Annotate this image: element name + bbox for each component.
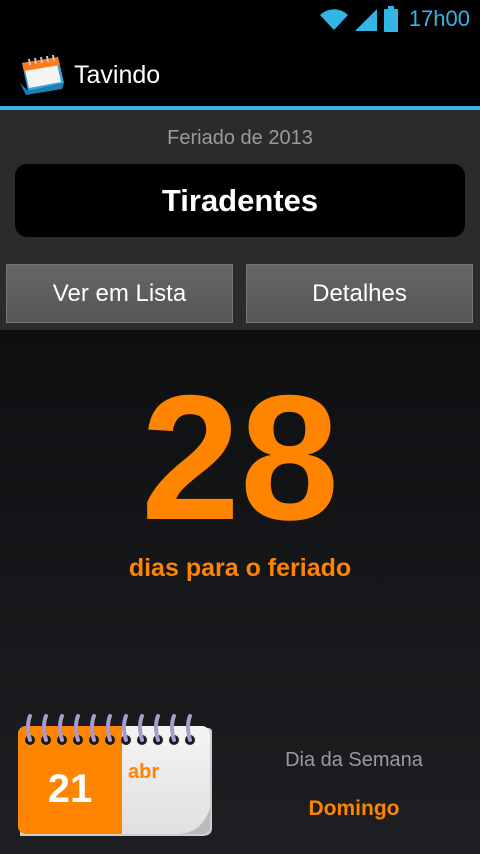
- status-icons: 17h00: [319, 4, 470, 34]
- status-time: 17h00: [408, 6, 470, 31]
- status-bar: 17h00: [0, 0, 480, 38]
- list-view-button[interactable]: Ver em Lista: [6, 264, 233, 323]
- holiday-name: Tiradentes: [161, 183, 319, 218]
- holiday-year-label: Feriado de 2013: [167, 127, 313, 149]
- details-button[interactable]: Detalhes: [246, 264, 473, 323]
- app-title: Tavindo: [74, 61, 161, 89]
- calendar-widget: 21 abr: [16, 712, 216, 842]
- weekday-caption: Dia da Semana: [285, 749, 423, 771]
- signal-icon: [354, 9, 377, 31]
- calendar-app-icon[interactable]: [18, 53, 66, 95]
- calendar-month: abr: [128, 761, 160, 783]
- calendar-day: 21: [47, 767, 93, 811]
- battery-icon: [383, 6, 398, 32]
- wifi-icon: [319, 9, 348, 30]
- days-caption: dias para o feriado: [128, 554, 352, 582]
- days-count: 28: [141, 358, 339, 557]
- weekday-name: Domingo: [308, 797, 400, 820]
- action-bar: [0, 38, 480, 106]
